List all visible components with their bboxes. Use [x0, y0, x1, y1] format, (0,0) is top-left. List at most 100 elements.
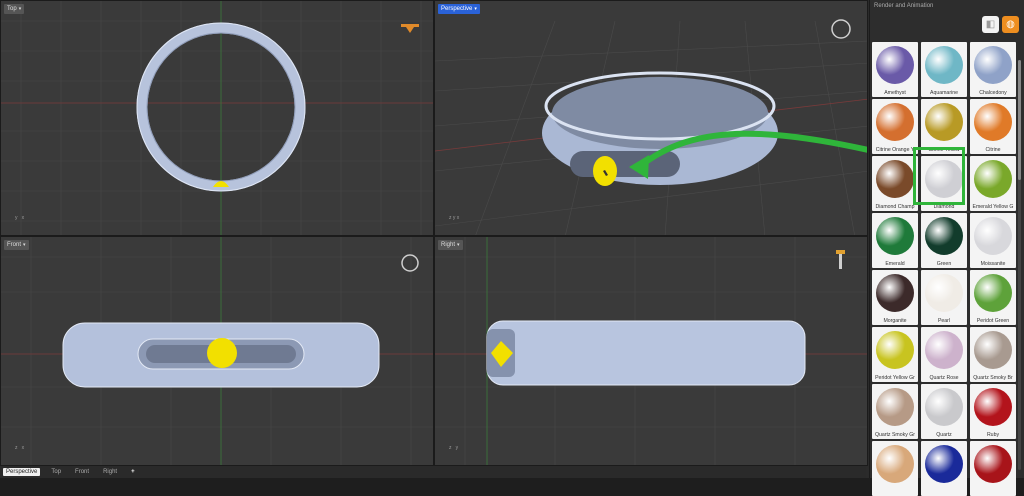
material-tile[interactable]: Diamond Champ — [872, 156, 918, 211]
material-tile[interactable]: Morganite — [872, 270, 918, 325]
right-grid — [435, 237, 867, 465]
material-tile[interactable]: Peridot Yellow Gr — [872, 327, 918, 382]
material-label: Emerald — [885, 261, 905, 267]
gem-swatch-icon — [974, 388, 1012, 426]
material-icon: ◍ — [1006, 19, 1015, 30]
gem-swatch-icon — [925, 274, 963, 312]
viewport-top[interactable]: Top ▾ y x — [0, 0, 434, 236]
material-label: Citrine — [985, 147, 1001, 153]
viewport-perspective[interactable]: Perspective ▾ z y x — [434, 0, 868, 236]
axis-indicator: z y x — [449, 215, 460, 221]
material-tile[interactable]: Citrine Orange Y — [872, 99, 918, 154]
viewport-title-right[interactable]: Right ▾ — [438, 240, 463, 250]
axis-indicator: z y — [449, 445, 459, 451]
material-label: Peridot Yellow Gr — [875, 375, 915, 381]
tab-right[interactable]: Right — [100, 468, 120, 476]
gem-swatch-icon — [876, 103, 914, 141]
render-mode-button[interactable]: ◧ — [982, 16, 999, 33]
material-tile[interactable] — [872, 441, 918, 496]
material-label: Emerald Yellow G — [972, 204, 1014, 210]
material-tile[interactable]: Peridot Green — [970, 270, 1016, 325]
viewport-title-front[interactable]: Front ▾ — [4, 240, 29, 250]
material-tile[interactable]: Ruby — [970, 384, 1016, 439]
material-label: Aquamarine — [930, 90, 958, 96]
gem-swatch-icon — [974, 274, 1012, 312]
tab-perspective[interactable]: Perspective — [3, 468, 41, 476]
gem-swatch-icon — [974, 217, 1012, 255]
tab-front[interactable]: Front — [72, 468, 92, 476]
material-label: Pearl — [937, 318, 951, 324]
gem-swatch-icon — [925, 46, 963, 84]
axis-indicator: z x — [15, 445, 25, 451]
gem-swatch-icon — [925, 103, 963, 141]
gem-swatch-icon — [925, 388, 963, 426]
viewport-right[interactable]: Right ▾ z y — [434, 236, 868, 466]
material-mode-button[interactable]: ◍ — [1002, 16, 1019, 33]
gem-swatch-icon — [974, 46, 1012, 84]
material-label: Amethyst — [884, 90, 906, 96]
panel-scrollbar[interactable] — [1018, 60, 1021, 470]
chevron-down-icon[interactable]: ▾ — [474, 4, 477, 14]
material-tile[interactable] — [921, 441, 967, 496]
material-label: Quartz — [936, 432, 952, 438]
material-tile[interactable]: Emerald — [872, 213, 918, 268]
material-tile[interactable]: Quartz — [921, 384, 967, 439]
add-tab-button[interactable]: + — [128, 468, 138, 476]
perspective-grid — [435, 19, 867, 235]
gem-swatch-icon — [876, 46, 914, 84]
rhino-window: Top ▾ y x Perspective ▾ z y x Front ▾ z … — [0, 0, 1024, 496]
material-tile[interactable]: Chalcedony — [970, 42, 1016, 97]
gem-swatch-icon — [876, 274, 914, 312]
gem-swatch-icon — [876, 217, 914, 255]
viewport-title-top[interactable]: Top ▾ — [4, 4, 25, 14]
gem-swatch-icon — [876, 160, 914, 198]
material-label: Chalcedony — [979, 90, 1007, 96]
material-tile[interactable]: Citrine Yellow — [921, 99, 967, 154]
gem-swatch-icon — [974, 331, 1012, 369]
material-label: Green — [936, 261, 952, 267]
gem-swatch-icon — [974, 103, 1012, 141]
axis-indicator: y x — [15, 215, 25, 221]
panel-mode-buttons: ◧ ◍ — [982, 16, 1019, 33]
gem-swatch-icon — [925, 445, 963, 483]
material-tile[interactable]: Amethyst — [872, 42, 918, 97]
render-panel: Render and Animation ◧ ◍ ◕ ◉ ▦ ⊖ ◔ ☰ Ame… — [869, 0, 1024, 496]
material-label: Quartz Smoky Gr — [874, 432, 916, 438]
material-tile[interactable]: Pearl — [921, 270, 967, 325]
material-label: Quartz Rose — [929, 375, 959, 381]
chevron-down-icon[interactable]: ▾ — [457, 240, 460, 250]
material-tile[interactable] — [970, 441, 1016, 496]
material-tile[interactable]: Green — [921, 213, 967, 268]
material-tile[interactable]: Quartz Smoky Br — [970, 327, 1016, 382]
gem-swatch-icon — [876, 388, 914, 426]
material-tile[interactable]: Emerald Yellow G — [970, 156, 1016, 211]
top-grid — [1, 1, 433, 235]
scrollbar-thumb[interactable] — [1018, 60, 1021, 180]
panel-title: Render and Animation — [874, 3, 934, 9]
gem-swatch-icon — [876, 331, 914, 369]
gem-swatch-icon — [974, 445, 1012, 483]
material-tile[interactable]: Citrine — [970, 99, 1016, 154]
chevron-down-icon[interactable]: ▾ — [23, 240, 26, 250]
chevron-down-icon[interactable]: ▾ — [19, 4, 22, 14]
material-tile[interactable]: Quartz Rose — [921, 327, 967, 382]
viewport-tabs: Perspective Top Front Right + — [0, 466, 866, 478]
material-label: Moissanite — [980, 261, 1006, 267]
front-grid — [1, 237, 433, 465]
material-label: Ruby — [986, 432, 1000, 438]
gem-swatch-icon — [925, 331, 963, 369]
diamond-highlight-box — [913, 147, 965, 205]
material-label: Peridot Green — [976, 318, 1010, 324]
material-grid: Amethyst Aquamarine Chalcedony Citrine Oran… — [872, 42, 1017, 496]
material-label: Quartz Smoky Br — [973, 375, 1013, 381]
material-tile[interactable]: Aquamarine — [921, 42, 967, 97]
material-label: Citrine Orange Y — [875, 147, 915, 153]
material-tile[interactable]: Quartz Smoky Gr — [872, 384, 918, 439]
render-icon: ◧ — [985, 19, 996, 30]
tab-top[interactable]: Top — [48, 468, 64, 476]
viewport-title-perspective[interactable]: Perspective ▾ — [438, 4, 480, 14]
material-tile[interactable]: Moissanite — [970, 213, 1016, 268]
viewport-front[interactable]: Front ▾ z x — [0, 236, 434, 466]
gem-swatch-icon — [876, 445, 914, 483]
material-label: Morganite — [883, 318, 907, 324]
